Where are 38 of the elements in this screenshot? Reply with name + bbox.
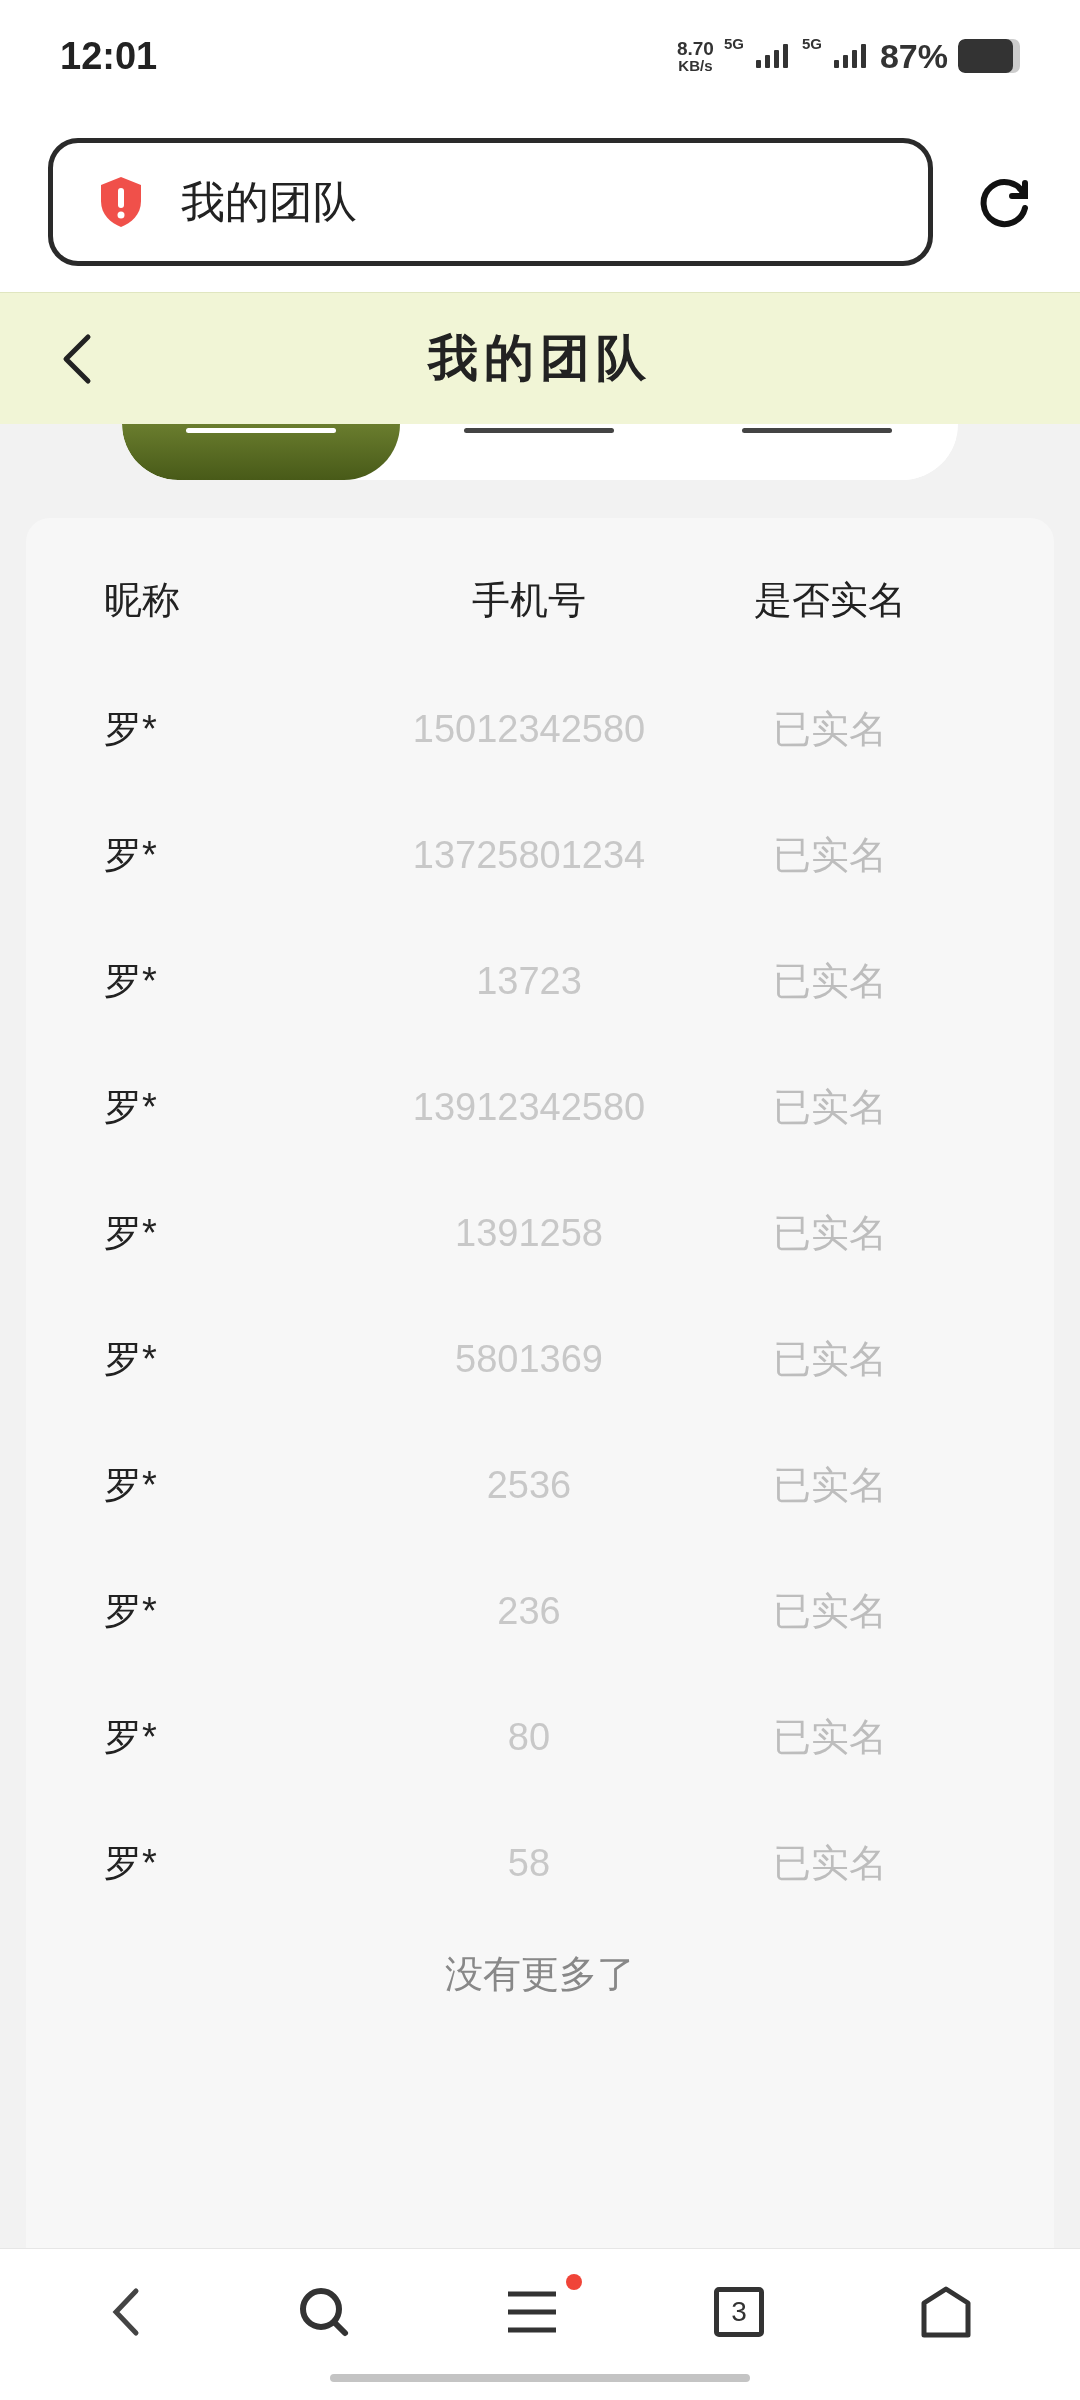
no-more-text: 没有更多了 — [445, 1952, 635, 1997]
search-icon[interactable] — [298, 2285, 350, 2338]
battery-percent: 87% — [879, 35, 948, 77]
nickname-cell-text: 罗* — [104, 1210, 157, 1256]
status-cell-text: 已实名 — [773, 1210, 887, 1256]
menu-icon[interactable] — [506, 2289, 558, 2334]
network-speed: 8.70 — [676, 39, 714, 58]
nickname-cell-text: 罗* — [104, 832, 157, 878]
nickname-cell-text: 罗* — [104, 958, 157, 1004]
home-icon[interactable] — [920, 2284, 972, 2339]
speed-unit: KB/s — [678, 58, 713, 73]
status-cell-text: 已实名 — [773, 1084, 887, 1130]
header-title: 我的团队 — [428, 329, 652, 388]
tabs-button[interactable]: 3 — [714, 2286, 764, 2337]
address-bar[interactable]: 我的团队 — [48, 138, 933, 266]
nickname-cell-text: 罗* — [104, 706, 157, 752]
status-cell-text: 已实名 — [773, 832, 887, 878]
network-type: 5G — [723, 33, 744, 54]
column-header: 是否实名 — [754, 577, 906, 623]
nickname-cell-text: 罗* — [104, 1840, 157, 1886]
nickname-cell-text: 罗* — [104, 1714, 157, 1760]
nickname-cell-text: 罗* — [104, 1462, 157, 1508]
status-cell-text: 已实名 — [773, 1840, 887, 1886]
page-title: 我的团队 — [181, 176, 357, 228]
column-header: 昵称 — [104, 577, 180, 623]
status-cell-text: 已实名 — [773, 1714, 887, 1760]
status-cell-text: 已实名 — [773, 706, 887, 752]
status-cell-text: 已实名 — [773, 958, 887, 1004]
status-cell-text: 已实名 — [773, 1462, 887, 1508]
status-time: 12:01 — [60, 33, 158, 79]
nickname-cell-text: 罗* — [104, 1336, 157, 1382]
status-cell-text: 已实名 — [773, 1588, 887, 1634]
network-type: 5G — [801, 33, 822, 54]
nickname-cell-text: 罗* — [104, 1084, 157, 1130]
status-cell-text: 已实名 — [773, 1336, 887, 1382]
battery-icon — [958, 39, 1020, 73]
nickname-cell-text: 罗* — [104, 1588, 157, 1634]
column-header: 手机号 — [472, 577, 586, 623]
